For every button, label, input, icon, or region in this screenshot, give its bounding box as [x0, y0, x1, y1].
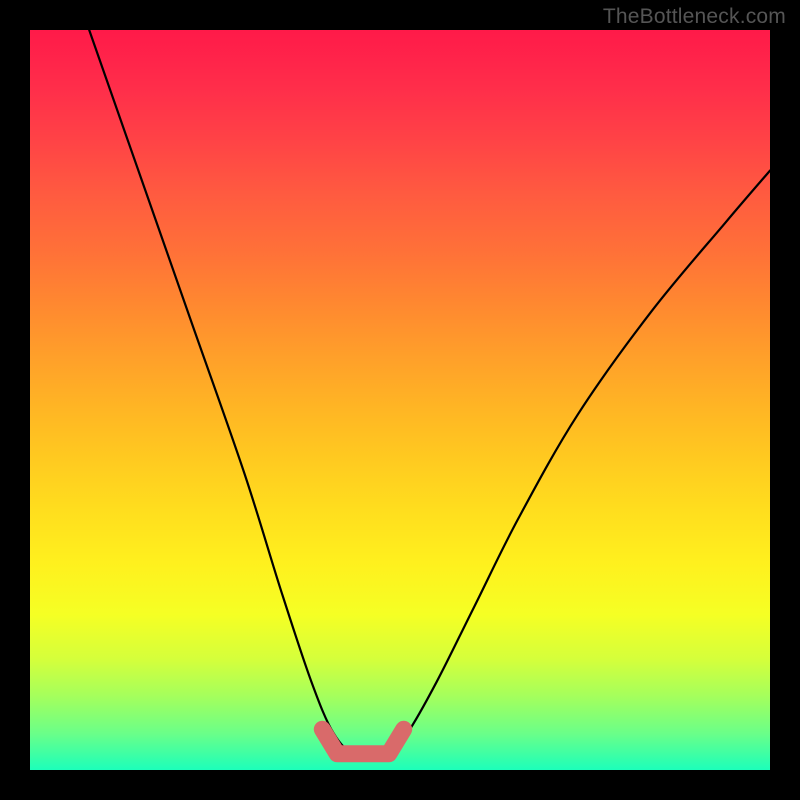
plot-area	[30, 30, 770, 770]
chart-frame: TheBottleneck.com	[0, 0, 800, 800]
watermark-text: TheBottleneck.com	[603, 5, 786, 29]
bottleneck-curve	[89, 30, 770, 758]
curve-layer	[30, 30, 770, 770]
